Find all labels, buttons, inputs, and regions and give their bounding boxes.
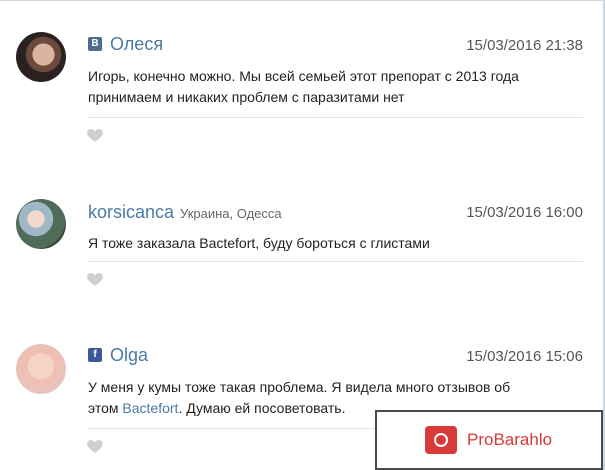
divider: [88, 261, 583, 262]
heart-icon[interactable]: [86, 270, 104, 288]
probarahlo-badge[interactable]: ProBarahlo: [375, 410, 603, 470]
divider: [88, 117, 583, 118]
author-line: korsicanca Украина, Одесса: [88, 202, 282, 224]
text-prefix: этом: [88, 400, 123, 416]
vk-icon[interactable]: B: [88, 37, 102, 51]
comment-date: 15/03/2016 21:38: [466, 37, 583, 54]
author-name[interactable]: Олеся: [110, 34, 163, 54]
author-name[interactable]: korsicanca: [88, 202, 174, 222]
comment-text-line: У меня у кумы тоже такая проблема. Я вид…: [88, 379, 511, 395]
comment-date: 15/03/2016 15:06: [466, 348, 583, 365]
comment-date: 15/03/2016 16:00: [466, 204, 583, 221]
comment-text: Я тоже заказала Bactefort, буду бороться…: [88, 233, 588, 254]
comment-text-line: Я тоже заказала Bactefort, буду бороться…: [88, 235, 430, 251]
comment-text-line: Игорь, конечно можно. Мы всей семьей это…: [88, 68, 519, 84]
comment-text-line: принимаем и никаких проблем с паразитами…: [88, 89, 405, 105]
camera-icon: [425, 426, 457, 454]
bactefort-link[interactable]: Bactefort: [122, 400, 178, 416]
author-location: Украина, Одесса: [180, 206, 282, 221]
frame-top-border: [0, 0, 605, 1]
text-suffix: . Думаю ей посоветовать.: [178, 400, 346, 416]
comment-text: Игорь, конечно можно. Мы всей семьей это…: [88, 66, 588, 108]
fb-icon[interactable]: f: [88, 348, 102, 362]
heart-icon[interactable]: [86, 437, 104, 455]
author-name[interactable]: Olga: [110, 345, 148, 365]
avatar[interactable]: [16, 344, 66, 394]
avatar[interactable]: [16, 199, 66, 249]
avatar[interactable]: [16, 32, 66, 82]
heart-icon[interactable]: [86, 126, 104, 144]
probarahlo-label: ProBarahlo: [467, 430, 553, 449]
